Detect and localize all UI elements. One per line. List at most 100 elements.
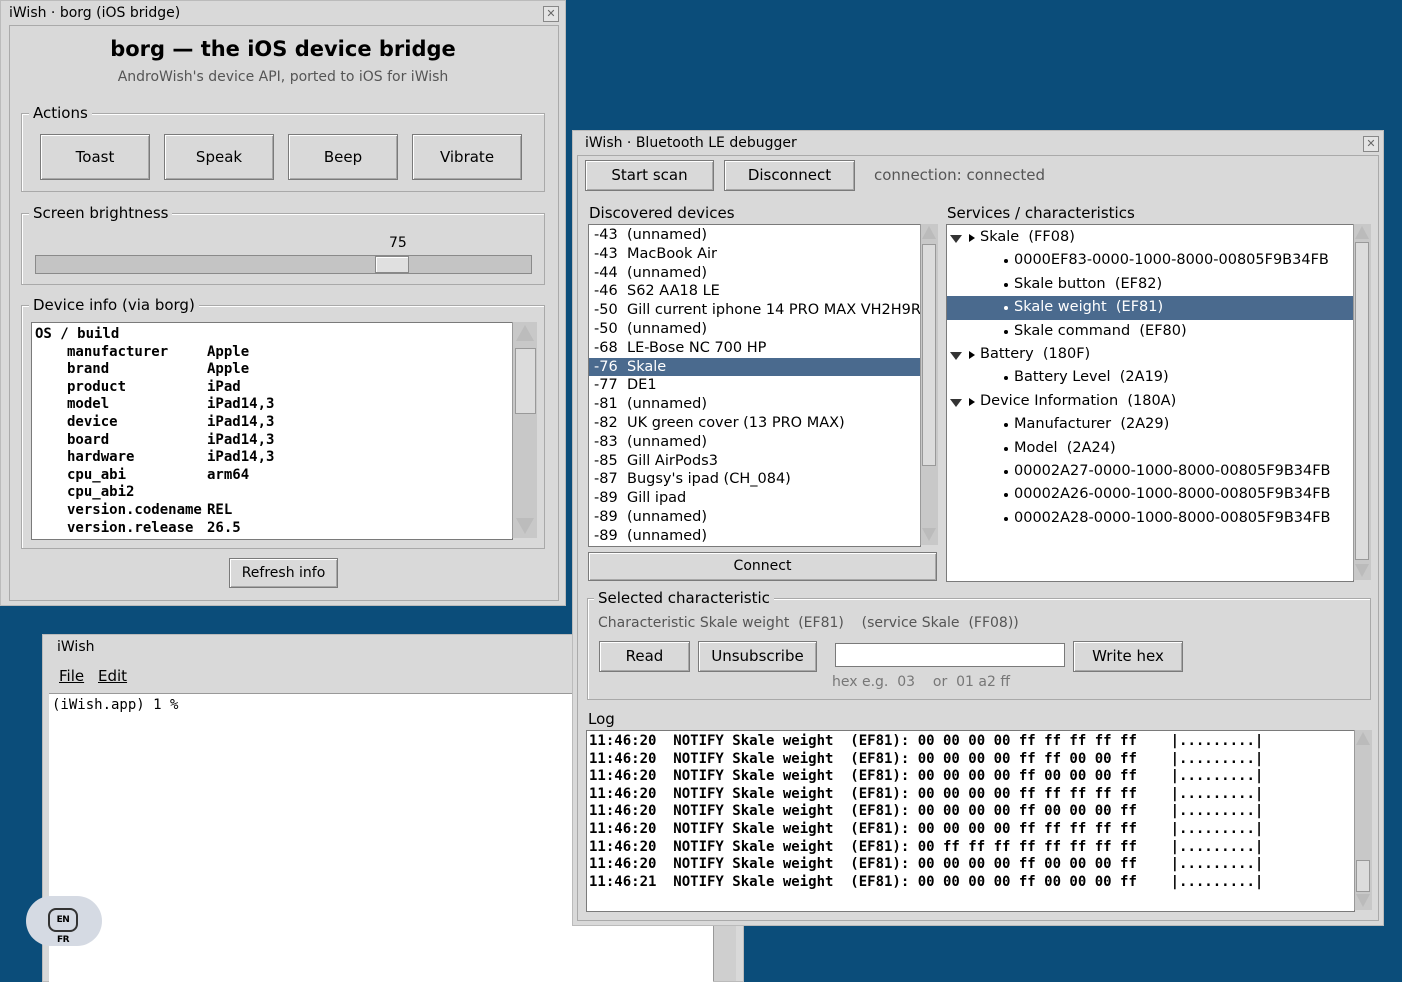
scroll-up-icon[interactable] xyxy=(1355,226,1369,239)
refresh-info-button[interactable]: Refresh info xyxy=(229,558,338,588)
expand-toggle-icon[interactable] xyxy=(950,351,962,360)
characteristic-tree-node[interactable]: Skale button (EF82) xyxy=(947,273,1353,296)
characteristic-tree-node[interactable]: Skale command (EF80) xyxy=(947,320,1353,343)
device-name: (unnamed) xyxy=(627,227,708,243)
device-name: UK green cover (13 PRO MAX) xyxy=(627,414,845,431)
device-name: DE1 xyxy=(627,377,657,394)
log-line: 11:46:20 NOTIFY Skale weight (EF81): 00 … xyxy=(589,750,1264,767)
device-list-item[interactable]: -87 Bugsy's ipad (CH_084) xyxy=(589,470,920,489)
scroll-thumb[interactable] xyxy=(1356,860,1370,892)
device-rssi: -43 xyxy=(594,227,618,243)
scroll-down-icon[interactable] xyxy=(922,528,936,541)
device-list-item[interactable]: -89 (unnamed) xyxy=(589,508,920,527)
brightness-slider-handle[interactable] xyxy=(374,256,409,273)
beep-button[interactable]: Beep xyxy=(288,134,398,180)
characteristic-tree-node[interactable]: Battery Level (2A19) xyxy=(947,366,1353,389)
log-scrollbar[interactable] xyxy=(1354,730,1372,910)
device-info-row: board iPad14,3 xyxy=(32,432,512,450)
device-list-item[interactable]: -85 Gill AirPods3 xyxy=(589,452,920,471)
device-info-value: iPad14,3 xyxy=(207,396,275,413)
read-button[interactable]: Read xyxy=(599,641,690,672)
device-list-item[interactable]: -44 (unnamed) xyxy=(589,264,920,283)
menu-edit[interactable]: Edit xyxy=(98,667,127,685)
devices-scrollbar[interactable] xyxy=(920,224,938,545)
device-info-key: brand xyxy=(67,361,110,378)
services-tree[interactable]: Skale (FF08) 0000EF83-0000-1000-8000-0080… xyxy=(946,224,1354,582)
device-list-item[interactable]: -68 LE-Bose NC 700 HP xyxy=(589,339,920,358)
characteristic-tree-node[interactable]: Skale weight (EF81) xyxy=(947,296,1353,320)
log-line: 11:46:20 NOTIFY Skale weight (EF81): 00 … xyxy=(589,785,1264,802)
devices-list[interactable]: -43 (unnamed) -43 MacBook Air -44 (unnamed) -4… xyxy=(588,224,921,547)
services-scrollbar[interactable] xyxy=(1353,224,1371,580)
device-info-label: Device info (via borg) xyxy=(29,296,199,314)
service-tree-node[interactable]: Skale (FF08) xyxy=(947,226,1353,249)
device-list-item[interactable]: -50 (unnamed) xyxy=(589,320,920,339)
hex-input[interactable] xyxy=(835,643,1065,667)
device-list-item[interactable]: -82 UK green cover (13 PRO MAX) xyxy=(589,414,920,433)
device-list-item[interactable]: -89 (unnamed) xyxy=(589,527,920,546)
scroll-up-icon[interactable] xyxy=(1356,732,1370,745)
close-icon[interactable]: ✕ xyxy=(1363,136,1379,152)
menu-file[interactable]: File xyxy=(59,667,84,685)
device-list-item[interactable]: -50 Gill current iphone 14 PRO MAX VH2H9R… xyxy=(589,301,920,320)
unsubscribe-button[interactable]: Unsubscribe xyxy=(698,641,817,672)
write-hex-button[interactable]: Write hex xyxy=(1073,641,1183,672)
brightness-slider-track[interactable] xyxy=(35,255,532,274)
expand-toggle-icon[interactable] xyxy=(950,398,962,407)
vibrate-button[interactable]: Vibrate xyxy=(412,134,522,180)
device-info-scrollbar[interactable] xyxy=(512,322,537,538)
device-list-item[interactable]: -89 Gill ipad xyxy=(589,489,920,508)
device-info-key: product xyxy=(67,378,127,395)
device-list-item[interactable]: -43 (unnamed) xyxy=(589,226,920,245)
keyboard-layout-badge[interactable]: EN FR xyxy=(26,896,102,946)
scroll-down-icon[interactable] xyxy=(516,518,534,534)
service-tree-node[interactable]: Battery (180F) xyxy=(947,343,1353,366)
connect-button[interactable]: Connect xyxy=(588,552,937,581)
speak-button[interactable]: Speak xyxy=(164,134,274,180)
device-info-key: hardware xyxy=(67,449,135,466)
characteristic-tree-node[interactable]: 00002A27-0000-1000-8000-00805F9B34FB xyxy=(947,460,1353,483)
device-info-key: board xyxy=(67,431,110,448)
bullet-icon xyxy=(1004,376,1008,381)
characteristic-tree-node[interactable]: Model (2A24) xyxy=(947,437,1353,460)
scroll-up-icon[interactable] xyxy=(922,226,936,239)
device-info-key: model xyxy=(67,396,110,413)
start-scan-button[interactable]: Start scan xyxy=(585,160,714,191)
disconnect-button[interactable]: Disconnect xyxy=(724,160,855,191)
selected-label: Selected characteristic xyxy=(594,589,774,607)
device-name: (unnamed) xyxy=(627,320,708,337)
device-list-item[interactable]: -43 MacBook Air xyxy=(589,245,920,264)
device-list-item[interactable]: -77 DE1 xyxy=(589,376,920,395)
device-rssi: -82 xyxy=(594,414,618,431)
expand-toggle-icon[interactable] xyxy=(950,235,962,243)
scroll-down-icon[interactable] xyxy=(1355,564,1369,577)
device-info-header: OS / build xyxy=(35,326,120,342)
device-list-item[interactable]: -76 Skale xyxy=(589,357,920,377)
characteristic-name: Skale button (EF82) xyxy=(1014,275,1163,292)
hex-hint: hex e.g. 03 or 01 a2 ff xyxy=(832,674,1010,690)
characteristic-tree-node[interactable]: Manufacturer (2A29) xyxy=(947,413,1353,436)
device-info-row: version.release 26.5 xyxy=(32,520,512,538)
device-list-item[interactable]: -46 S62 AA18 LE xyxy=(589,282,920,301)
scroll-thumb[interactable] xyxy=(922,244,936,466)
scroll-down-icon[interactable] xyxy=(1356,894,1370,907)
device-info-value: iPad14,3 xyxy=(207,449,275,466)
service-tree-node[interactable]: Device Information (180A) xyxy=(947,390,1353,413)
log-text[interactable]: 11:46:20 NOTIFY Skale weight (EF81): 00 … xyxy=(586,730,1355,912)
characteristic-tree-node[interactable]: 0000EF83-0000-1000-8000-00805F9B34FB xyxy=(947,249,1353,272)
toast-button[interactable]: Toast xyxy=(40,134,150,180)
characteristic-name: 00002A27-0000-1000-8000-00805F9B34FB xyxy=(1014,462,1331,479)
device-rssi: -89 xyxy=(594,508,618,525)
characteristic-tree-node[interactable]: 00002A28-0000-1000-8000-00805F9B34FB xyxy=(947,507,1353,530)
expander-arrow-icon xyxy=(969,397,975,406)
scroll-thumb[interactable] xyxy=(515,348,536,414)
borg-subtitle: AndroWish's device API, ported to iOS fo… xyxy=(117,69,449,85)
characteristic-tree-node[interactable]: 00002A26-0000-1000-8000-00805F9B34FB xyxy=(947,483,1353,506)
close-icon[interactable]: ✕ xyxy=(543,6,559,22)
scroll-up-icon[interactable] xyxy=(516,325,534,341)
device-list-item[interactable]: -83 (unnamed) xyxy=(589,433,920,452)
device-list-item[interactable]: -81 (unnamed) xyxy=(589,395,920,414)
log-line: 11:46:20 NOTIFY Skale weight (EF81): 00 … xyxy=(589,733,1264,749)
device-name: (unnamed) xyxy=(627,264,708,281)
scroll-thumb[interactable] xyxy=(1355,242,1369,560)
